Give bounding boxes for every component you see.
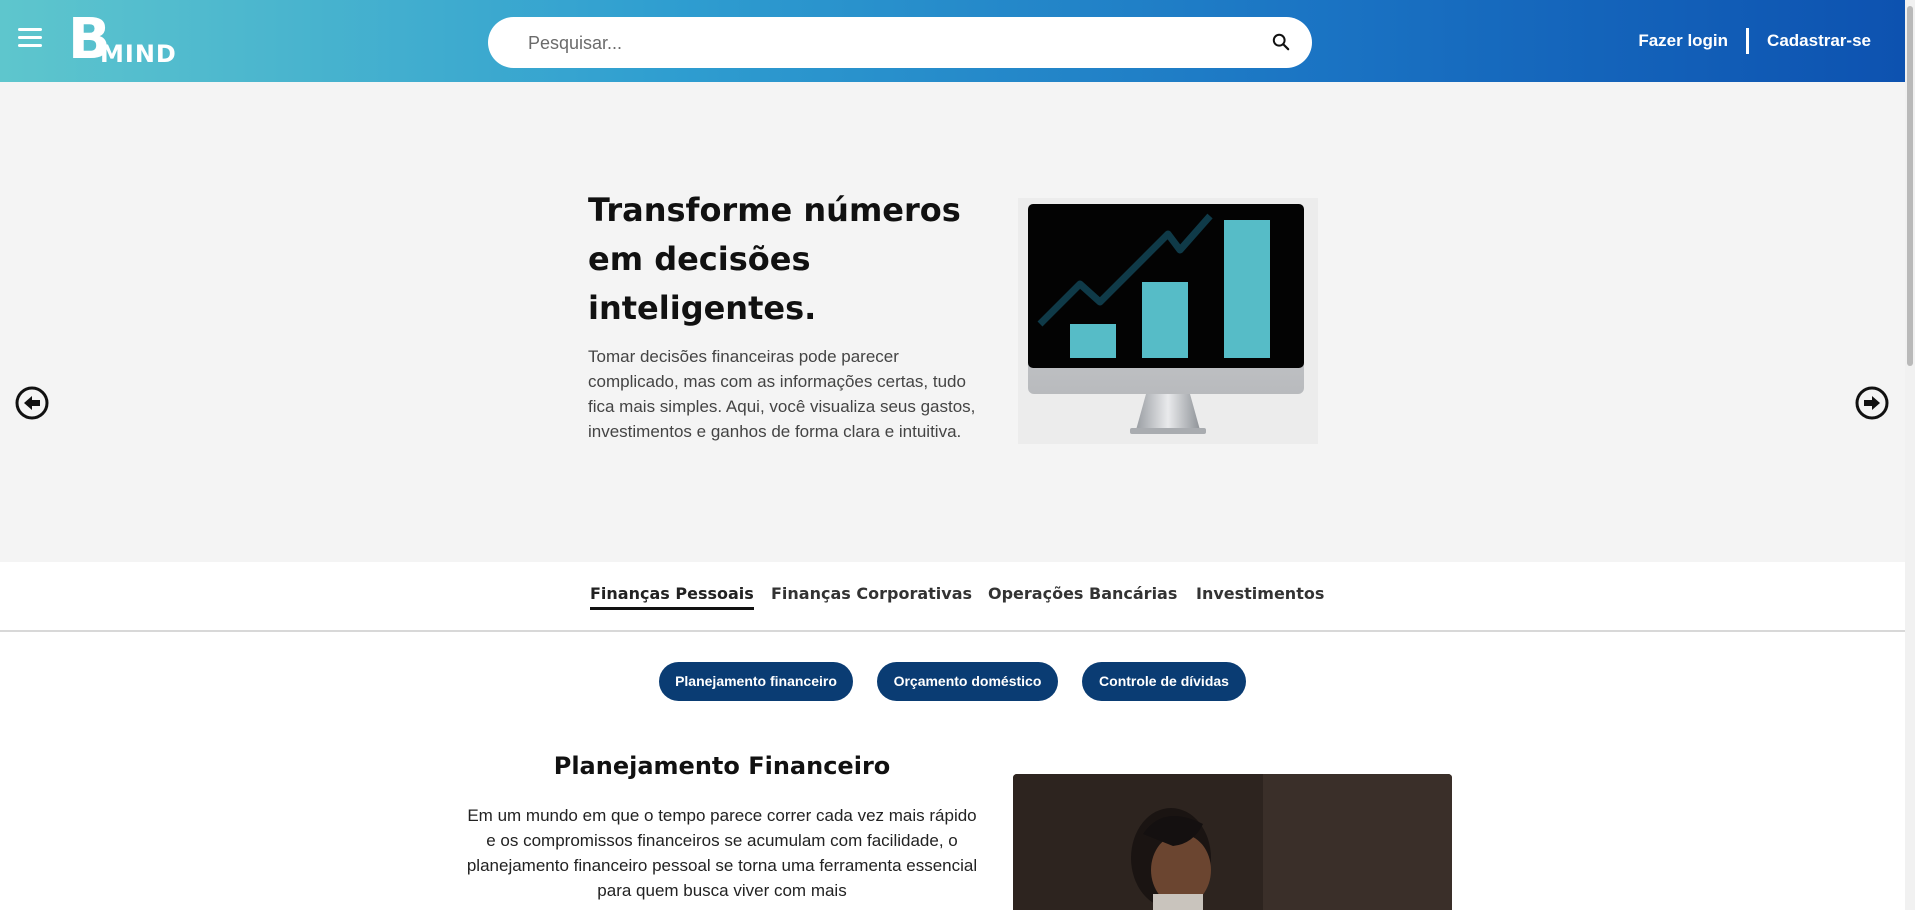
chart-bar-1	[1070, 324, 1116, 358]
chip-planejamento-financeiro[interactable]: Planejamento financeiro	[659, 662, 853, 701]
auth-links: Fazer login Cadastrar-se	[1638, 28, 1871, 54]
chart-bar-2	[1142, 282, 1188, 358]
tab-operacoes-bancarias[interactable]: Operações Bancárias	[988, 584, 1177, 607]
tab-financas-corporativas[interactable]: Finanças Corporativas	[771, 584, 972, 607]
search-bar	[488, 17, 1312, 68]
monitor-chart-illustration	[1018, 198, 1318, 444]
search-input[interactable]	[528, 29, 1228, 57]
section-title: Planejamento Financeiro	[553, 752, 891, 780]
hero-title: Transforme números em decisões inteligen…	[588, 191, 961, 327]
page-scrollbar[interactable]	[1905, 0, 1915, 910]
monitor-illustration	[1028, 204, 1304, 434]
woman-photo-illustration	[1013, 774, 1452, 910]
hero-carousel: Transforme números em decisões inteligen…	[0, 82, 1905, 562]
scrollbar-thumb[interactable]	[1907, 6, 1913, 366]
top-header: B MIND Fazer login Cadastrar-se	[0, 0, 1905, 82]
auth-divider	[1746, 28, 1750, 54]
monitor-base	[1130, 428, 1206, 434]
hero-description: Tomar decisões financeiras pode parecer …	[588, 347, 976, 441]
arrow-right-circle-icon[interactable]	[1855, 386, 1889, 420]
logo-word: MIND	[100, 40, 177, 68]
chart-bar-3	[1224, 220, 1270, 358]
arrow-left-circle-icon[interactable]	[15, 386, 49, 420]
tab-investimentos[interactable]: Investimentos	[1196, 584, 1324, 607]
category-tabs: Finanças Pessoais Finanças Corporativas …	[0, 562, 1905, 632]
search-icon[interactable]	[1272, 33, 1290, 51]
chip-orcamento-domestico[interactable]: Orçamento doméstico	[877, 662, 1058, 701]
signup-link[interactable]: Cadastrar-se	[1767, 31, 1871, 51]
hamburger-icon[interactable]	[18, 28, 42, 48]
monitor-stand	[1136, 394, 1200, 430]
chip-controle-de-dividas[interactable]: Controle de dívidas	[1082, 662, 1246, 701]
login-link[interactable]: Fazer login	[1638, 31, 1728, 51]
bmind-logo[interactable]: B MIND	[68, 12, 188, 69]
section-text: Em um mundo em que o tempo parece correr…	[466, 806, 978, 900]
woman-photo	[1013, 774, 1452, 910]
tab-financas-pessoais[interactable]: Finanças Pessoais	[590, 584, 754, 610]
